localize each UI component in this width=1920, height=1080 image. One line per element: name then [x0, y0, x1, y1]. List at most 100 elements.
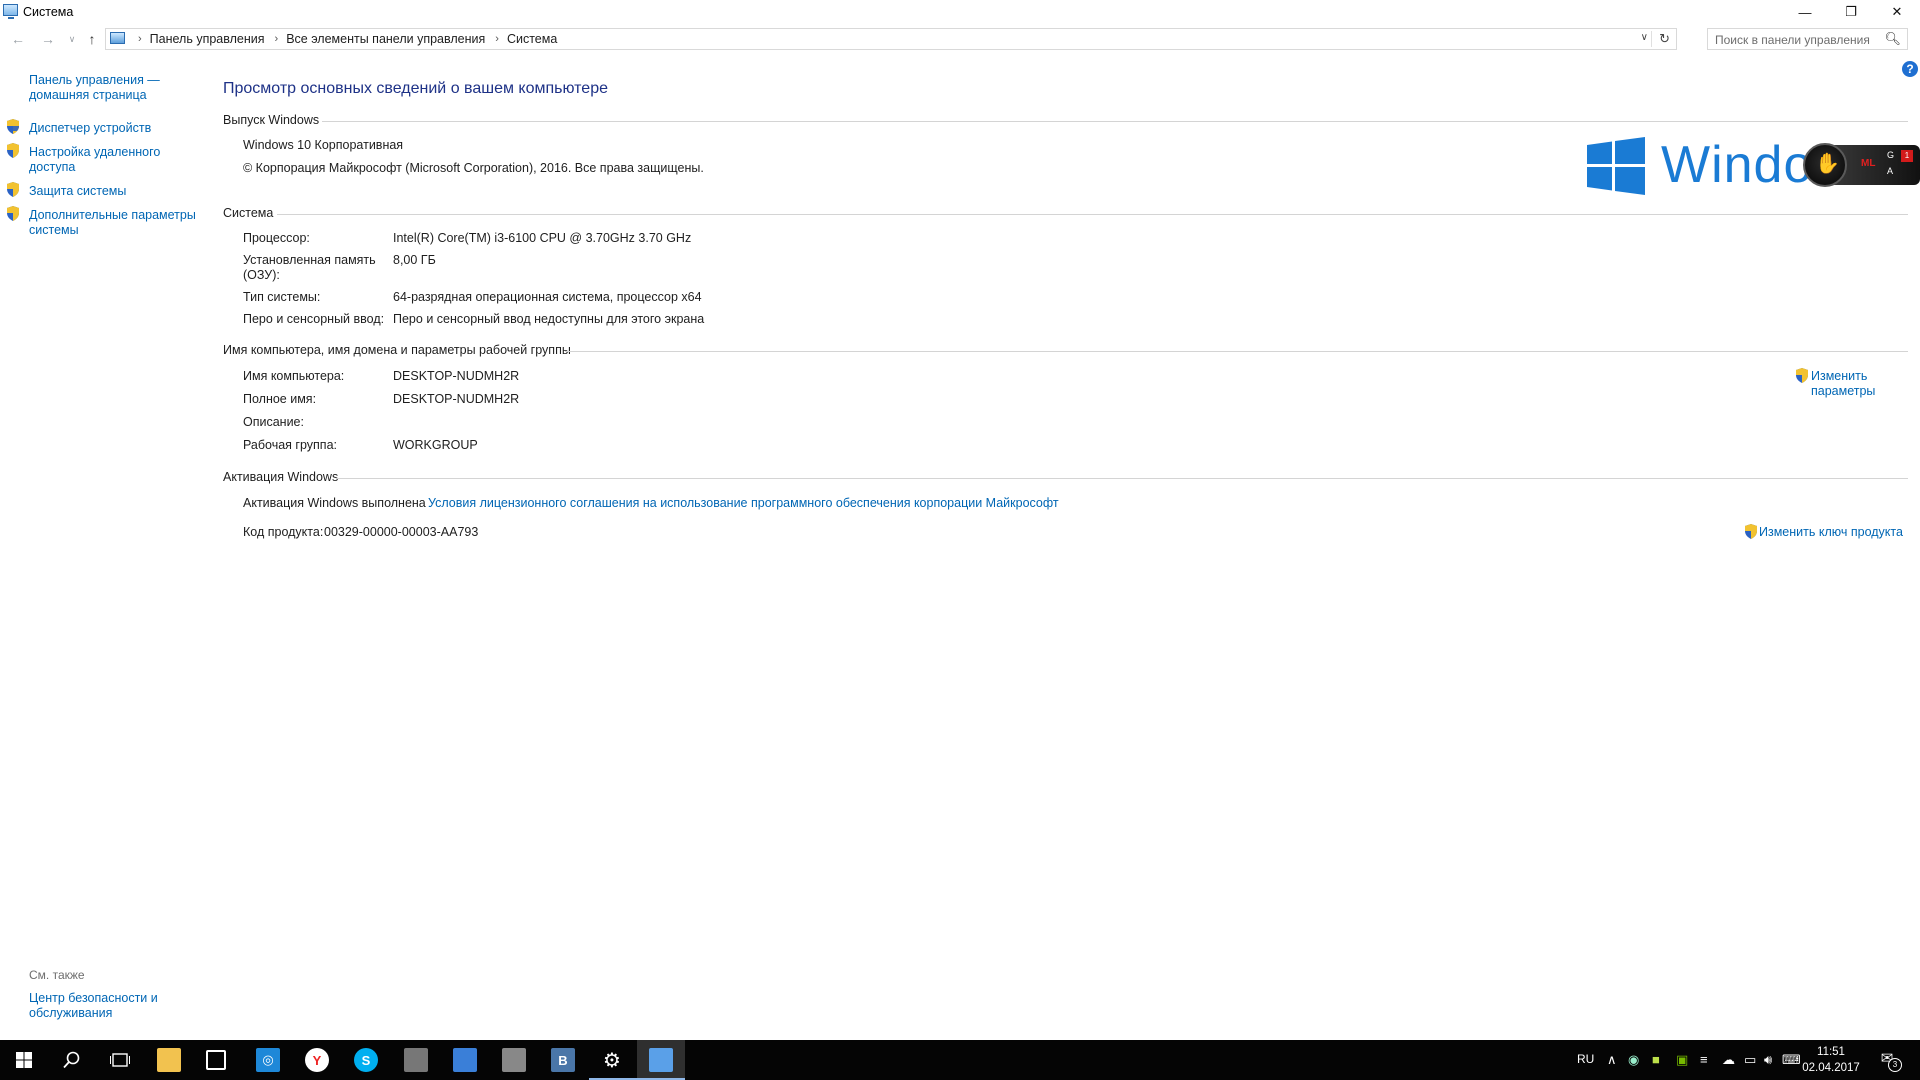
- product-key-label: Код продукта:: [243, 525, 324, 539]
- camera-app-icon[interactable]: ◎: [256, 1048, 280, 1072]
- clock[interactable]: 11:51 02.04.2017: [1796, 1044, 1866, 1076]
- section-divider: [565, 351, 1908, 352]
- language-indicator[interactable]: RU: [1577, 1052, 1594, 1066]
- minimize-button[interactable]: —: [1782, 0, 1828, 24]
- nvidia-icon[interactable]: ▣: [1676, 1052, 1688, 1068]
- hand-logo-icon: [1803, 143, 1847, 187]
- volume-icon[interactable]: 🔊︎: [1764, 1052, 1772, 1068]
- breadcrumb-separator-icon[interactable]: ›: [495, 33, 499, 45]
- navigation-bar: ← → ∨ ↑ › Панель управления › Все элемен…: [0, 27, 1920, 51]
- copyright-text: © Корпорация Майкрософт (Microsoft Corpo…: [243, 161, 704, 175]
- arrow-right-icon: →: [41, 31, 55, 47]
- chevron-down-icon: ∨: [68, 33, 76, 44]
- page-title: Просмотр основных сведений о вашем компь…: [223, 80, 608, 97]
- shield-icon: [7, 206, 19, 221]
- clock-date: 02.04.2017: [1802, 1062, 1860, 1074]
- ram-value: 8,00 ГБ: [393, 253, 436, 267]
- vk-icon[interactable]: B: [551, 1048, 575, 1072]
- activation-status: Активация Windows выполнена: [243, 496, 426, 510]
- clock-time: 11:51: [1817, 1046, 1845, 1058]
- store-icon[interactable]: [206, 1050, 226, 1070]
- full-name-value: DESKTOP-NUDMH2R: [393, 392, 520, 406]
- search-button[interactable]: [48, 1040, 96, 1080]
- close-button[interactable]: ✕: [1874, 0, 1920, 24]
- close-icon: ✕: [1891, 4, 1903, 19]
- restore-button[interactable]: ❐: [1828, 0, 1874, 24]
- task-view-icon: [110, 1053, 130, 1067]
- action-center-button[interactable]: ✉ 3: [1876, 1049, 1902, 1072]
- see-also-header: См. также: [29, 968, 85, 982]
- search-icon: [63, 1051, 80, 1069]
- widget-g-label: G: [1887, 150, 1895, 160]
- taskbar: ◎ Y S B ⚙ RU ∧ ◉ ■ ▣ ≡ ☁ ▭ 🔊︎ ⌨ 11:51 02…: [0, 1040, 1920, 1080]
- search-input[interactable]: Поиск в панели управления 🔍︎: [1707, 28, 1908, 50]
- recent-locations-button[interactable]: ∨: [62, 29, 82, 49]
- change-settings-link[interactable]: Изменить параметры: [1811, 369, 1901, 399]
- help-icon[interactable]: ?: [1902, 61, 1918, 77]
- onedrive-icon[interactable]: ☁: [1722, 1052, 1735, 1068]
- task-view-button[interactable]: [96, 1040, 144, 1080]
- activation-section-header: Активация Windows: [223, 470, 339, 484]
- control-panel-home-link[interactable]: Панель управления — домашняя страница: [29, 73, 204, 103]
- breadcrumb-all-items[interactable]: Все элементы панели управления: [286, 32, 485, 46]
- shield-icon: [7, 182, 19, 197]
- start-button[interactable]: [0, 1040, 48, 1080]
- skype-icon[interactable]: S: [354, 1048, 378, 1072]
- system-protection-link[interactable]: Защита системы: [29, 184, 204, 199]
- windows-start-icon: [16, 1052, 32, 1068]
- search-icon[interactable]: 🔍︎: [1884, 31, 1901, 47]
- window-title: Система: [23, 5, 74, 19]
- arrow-left-icon: ←: [11, 31, 25, 47]
- title-bar: Система — ❐ ✕: [0, 0, 1920, 24]
- widget-ml-label: ML: [1861, 158, 1876, 169]
- tray-app-icon[interactable]: ■: [1652, 1052, 1660, 1067]
- shield-icon: [1796, 368, 1808, 383]
- notification-count: 3: [1888, 1058, 1902, 1072]
- processor-value: Intel(R) Core(TM) i3-6100 CPU @ 3.70GHz …: [393, 231, 692, 245]
- breadcrumb: › Панель управления › Все элементы панел…: [128, 32, 557, 46]
- address-dropdown-icon[interactable]: ∨: [1641, 32, 1648, 43]
- app-computer-icon[interactable]: [502, 1048, 526, 1072]
- app-generic-icon[interactable]: [404, 1048, 428, 1072]
- workgroup-value: WORKGROUP: [393, 438, 478, 452]
- address-bar[interactable]: › Панель управления › Все элементы панел…: [105, 28, 1677, 50]
- forward-button[interactable]: →: [38, 29, 58, 49]
- breadcrumb-separator-icon[interactable]: ›: [275, 33, 279, 45]
- advanced-system-settings-link[interactable]: Дополнительные параметры системы: [29, 208, 204, 238]
- file-explorer-icon[interactable]: [157, 1048, 181, 1072]
- system-type-label: Тип системы:: [243, 290, 321, 304]
- search-placeholder: Поиск в панели управления: [1715, 33, 1870, 47]
- product-key-value: 00329-00000-00003-AA793: [324, 525, 479, 539]
- workgroup-label: Рабочая группа:: [243, 438, 338, 452]
- device-manager-link[interactable]: Диспетчер устройств: [29, 121, 204, 136]
- shield-icon: [7, 143, 19, 158]
- settings-gear-icon[interactable]: ⚙: [600, 1048, 624, 1072]
- yandex-browser-icon[interactable]: Y: [305, 1048, 329, 1072]
- up-button[interactable]: ↑: [82, 29, 102, 49]
- remote-settings-link[interactable]: Настройка удаленного доступа: [29, 145, 204, 175]
- breadcrumb-control-panel[interactable]: Панель управления: [150, 32, 265, 46]
- chevron-up-icon[interactable]: ∧: [1607, 1052, 1617, 1068]
- license-terms-link[interactable]: Условия лицензионного соглашения на испо…: [428, 496, 1059, 510]
- app-blue-bird-icon[interactable]: [453, 1048, 477, 1072]
- control-panel-system-icon[interactable]: [649, 1048, 673, 1072]
- processor-label: Процессор:: [243, 231, 310, 245]
- overlay-gaming-widget[interactable]: ML G A 1: [1803, 143, 1920, 187]
- breadcrumb-system[interactable]: Система: [507, 32, 557, 46]
- shield-icon: [1745, 524, 1757, 539]
- steam-icon[interactable]: ◉: [1628, 1052, 1639, 1068]
- control-panel-icon: [110, 32, 125, 44]
- refresh-icon[interactable]: ↻: [1659, 31, 1670, 47]
- network-icon[interactable]: ≡: [1700, 1052, 1708, 1067]
- section-divider: [277, 214, 1908, 215]
- change-product-key-link[interactable]: Изменить ключ продукта: [1759, 525, 1903, 539]
- shield-icon: [7, 119, 19, 134]
- back-button[interactable]: ←: [8, 29, 28, 49]
- safely-remove-icon[interactable]: ▭: [1744, 1052, 1756, 1068]
- system-app-icon: [3, 4, 18, 19]
- system-type-value: 64-разрядная операционная система, проце…: [393, 290, 702, 304]
- breadcrumb-separator-icon[interactable]: ›: [138, 33, 142, 45]
- edition-section-header: Выпуск Windows: [223, 113, 320, 127]
- security-maintenance-link[interactable]: Центр безопасности и обслуживания: [29, 991, 179, 1021]
- full-name-label: Полное имя:: [243, 392, 317, 406]
